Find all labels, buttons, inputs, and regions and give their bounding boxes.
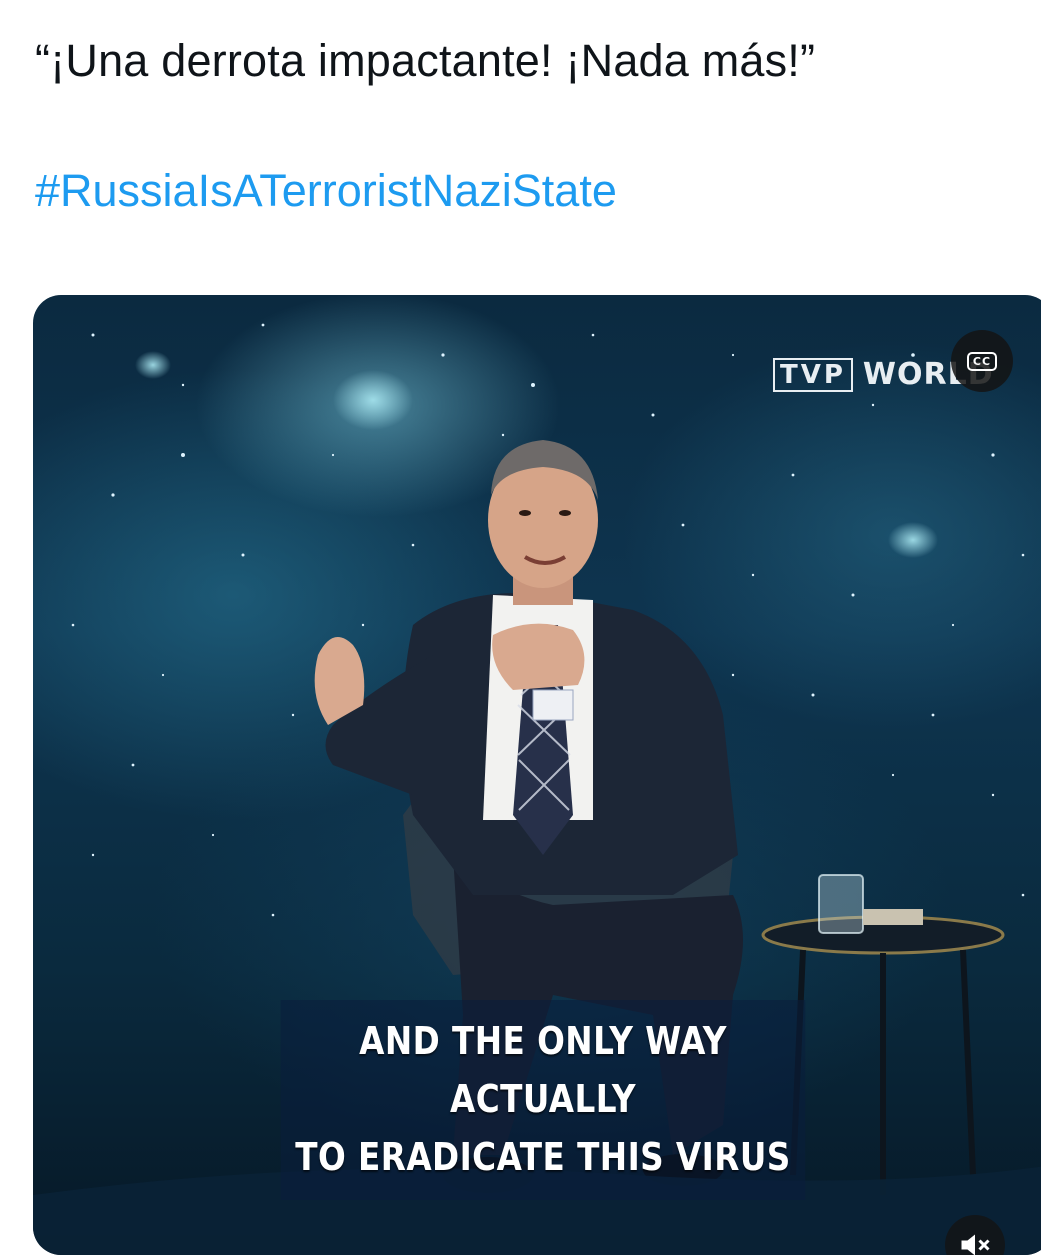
nebula-glow xyxy=(888,522,938,558)
subtitle-line-1: AND THE ONLY WAY ACTUALLY xyxy=(359,1019,727,1121)
video-subtitle: AND THE ONLY WAY ACTUALLY TO ERADICATE T… xyxy=(280,1000,806,1200)
water-glass xyxy=(818,874,864,934)
lanyard-badge xyxy=(532,689,574,721)
man-hand-right xyxy=(492,623,585,690)
subtitle-line-2: TO ERADICATE THIS VIRUS xyxy=(295,1135,791,1179)
nebula-glow xyxy=(333,370,413,430)
cc-icon: CC xyxy=(966,351,998,371)
channel-logo-box: TVP xyxy=(773,357,853,392)
closed-captions-button[interactable]: CC xyxy=(951,330,1013,392)
hashtag-link[interactable]: #RussiaIsATerroristNaziState xyxy=(35,160,617,222)
tweet-text: “¡Una derrota impactante! ¡Nada más!” xyxy=(35,35,816,86)
nebula-glow xyxy=(135,351,171,379)
table-book xyxy=(863,909,923,925)
speaker-muted-icon xyxy=(961,1234,990,1255)
video-player[interactable]: TVP WORLD CC AND THE ONLY WAY ACTUALLY T… xyxy=(33,295,1041,1255)
